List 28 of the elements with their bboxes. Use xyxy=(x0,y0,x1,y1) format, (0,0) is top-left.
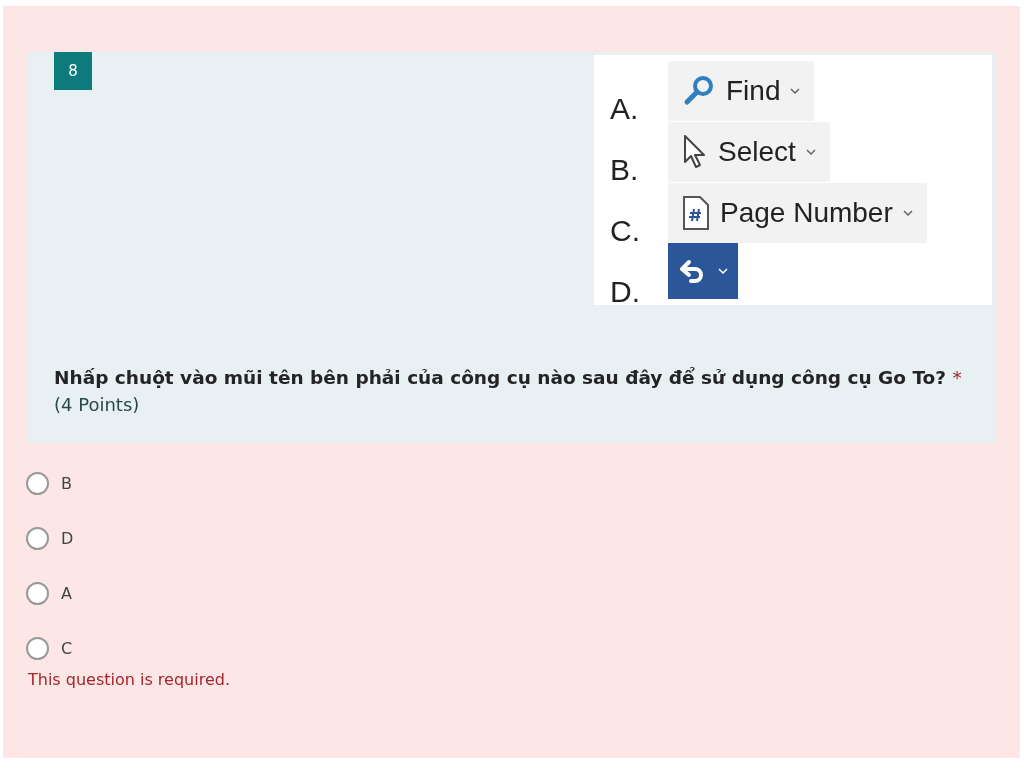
undo-button[interactable] xyxy=(668,243,738,299)
toolbar-button[interactable]: Find xyxy=(668,61,815,121)
radio-button[interactable] xyxy=(26,582,49,605)
toolbar-button[interactable]: Select xyxy=(668,122,830,182)
option-letter: B. xyxy=(610,155,640,185)
caret-icon xyxy=(805,149,816,155)
caret-icon xyxy=(790,88,801,94)
radio-button[interactable] xyxy=(26,472,49,495)
required-icon: * xyxy=(952,367,962,388)
search-icon xyxy=(682,74,716,108)
caret-icon xyxy=(718,268,728,274)
option-label: B xyxy=(61,472,72,495)
option-label: D xyxy=(61,527,74,550)
radio-button[interactable] xyxy=(26,637,49,660)
cursor-icon xyxy=(682,134,708,170)
radio-button[interactable] xyxy=(26,527,49,550)
question-number: 8 xyxy=(54,52,92,90)
option-letter: A. xyxy=(610,94,640,124)
option-letter: D. xyxy=(610,277,641,307)
document-icon xyxy=(682,195,710,231)
error-message: This question is required. xyxy=(28,669,231,691)
question-points: (4 Points) xyxy=(54,392,141,417)
caret-icon xyxy=(902,210,913,216)
option-label: A xyxy=(61,582,72,605)
toolbar-button[interactable]: Page Number xyxy=(668,183,927,243)
question-text: Nhấp chuột vào mũi tên bên phải của công cụ nào sau đây để sử dụng công cụ Go To? * xyxy=(54,366,963,390)
option-label: C xyxy=(61,637,73,660)
option-letter: C. xyxy=(610,216,641,246)
